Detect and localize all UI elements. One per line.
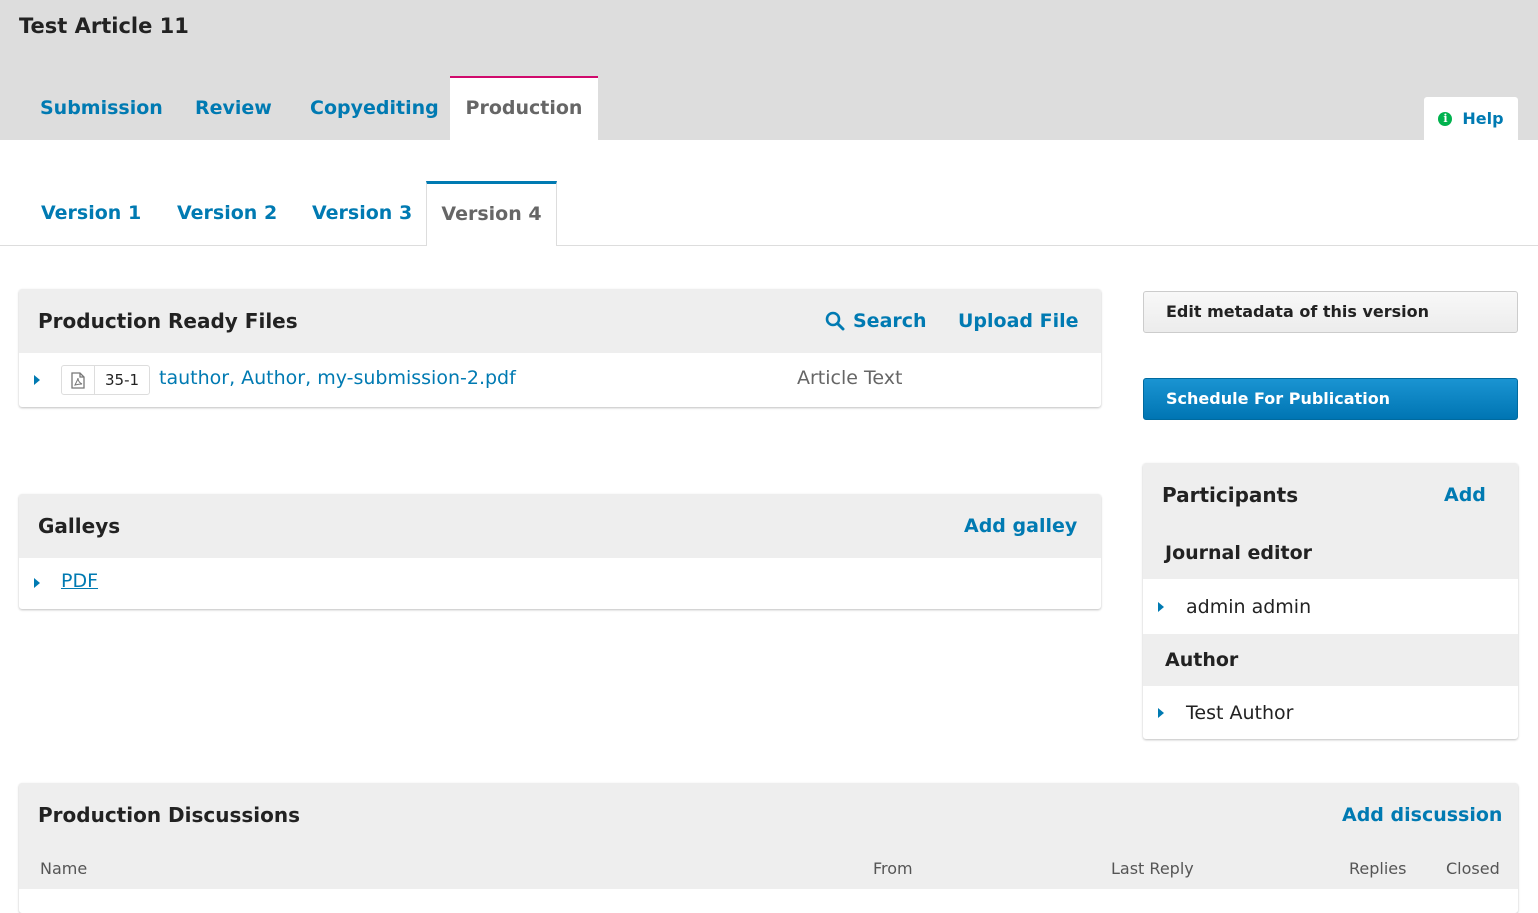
discussions-title: Production Discussions [38, 803, 301, 827]
production-files-panel: Production Ready Files Search Upload Fil… [19, 289, 1101, 407]
production-discussions-panel: Production Discussions Add discussion Na… [19, 783, 1518, 913]
expand-caret-icon[interactable] [34, 578, 40, 588]
column-header-name[interactable]: Name [40, 859, 87, 878]
help-button[interactable]: i Help [1424, 97, 1518, 140]
column-header-last-reply[interactable]: Last Reply [1111, 859, 1194, 878]
upload-file-button[interactable]: Upload File [958, 289, 1079, 353]
participant-row: Test Author [1143, 687, 1518, 739]
pdf-file-icon [62, 366, 95, 394]
file-id: 35-1 [105, 371, 140, 389]
schedule-publication-button[interactable]: Schedule For Publication [1143, 378, 1518, 420]
column-header-closed[interactable]: Closed [1446, 859, 1500, 878]
tab-submission[interactable]: Submission [40, 76, 163, 140]
file-badge: 35-1 [61, 365, 151, 395]
add-galley-button[interactable]: Add galley [964, 494, 1077, 558]
expand-caret-icon[interactable] [1158, 708, 1164, 718]
galleys-header: Galleys Add galley [19, 494, 1101, 558]
workflow-header: Test Article 11 Submission Review Copyed… [0, 0, 1538, 140]
search-icon [825, 311, 845, 331]
galley-pdf-link[interactable]: PDF [61, 570, 98, 592]
version-tabs: Version 1 Version 2 Version 3 Version 4 [0, 181, 1538, 246]
tab-production[interactable]: Production [450, 76, 598, 140]
production-files-title: Production Ready Files [38, 309, 298, 333]
participant-name[interactable]: admin admin [1186, 596, 1311, 618]
participant-group-header: Journal editor [1143, 527, 1518, 579]
add-discussion-button[interactable]: Add discussion [1342, 783, 1502, 847]
tab-review[interactable]: Review [195, 76, 272, 140]
help-label: Help [1462, 109, 1504, 128]
participants-panel: Participants Add Journal editor admin ad… [1143, 463, 1518, 739]
participant-group-header: Author [1143, 634, 1518, 686]
tab-copyediting[interactable]: Copyediting [310, 76, 439, 140]
production-files-header: Production Ready Files Search Upload Fil… [19, 289, 1101, 353]
tab-version-3[interactable]: Version 3 [312, 181, 412, 245]
participants-header: Participants Add [1143, 463, 1518, 527]
expand-caret-icon[interactable] [34, 375, 40, 385]
galley-row: PDF [19, 558, 1101, 609]
participants-title: Participants [1162, 483, 1299, 507]
expand-caret-icon[interactable] [1158, 602, 1164, 612]
file-genre: Article Text [797, 367, 903, 389]
tab-version-1[interactable]: Version 1 [41, 181, 141, 245]
edit-metadata-button[interactable]: Edit metadata of this version [1143, 291, 1518, 333]
file-row: 35-1 tauthor, Author, my-submission-2.pd… [19, 353, 1101, 407]
column-header-replies[interactable]: Replies [1349, 859, 1406, 878]
file-name-link[interactable]: tauthor, Author, my-submission-2.pdf [159, 367, 516, 389]
discussions-list-body [19, 889, 1518, 913]
participant-role: Journal editor [1165, 542, 1312, 564]
add-participant-button[interactable]: Add [1444, 463, 1486, 527]
participant-role: Author [1165, 649, 1239, 671]
search-files-button[interactable]: Search [825, 289, 927, 353]
participant-name[interactable]: Test Author [1186, 702, 1293, 724]
galleys-title: Galleys [38, 514, 121, 538]
article-title: Test Article 11 [19, 14, 189, 38]
info-icon: i [1438, 111, 1453, 126]
search-label: Search [853, 310, 927, 332]
tab-version-2[interactable]: Version 2 [177, 181, 277, 245]
galleys-panel: Galleys Add galley PDF [19, 494, 1101, 609]
column-header-from[interactable]: From [873, 859, 913, 878]
participant-row: admin admin [1143, 580, 1518, 633]
tab-version-4[interactable]: Version 4 [426, 181, 557, 246]
